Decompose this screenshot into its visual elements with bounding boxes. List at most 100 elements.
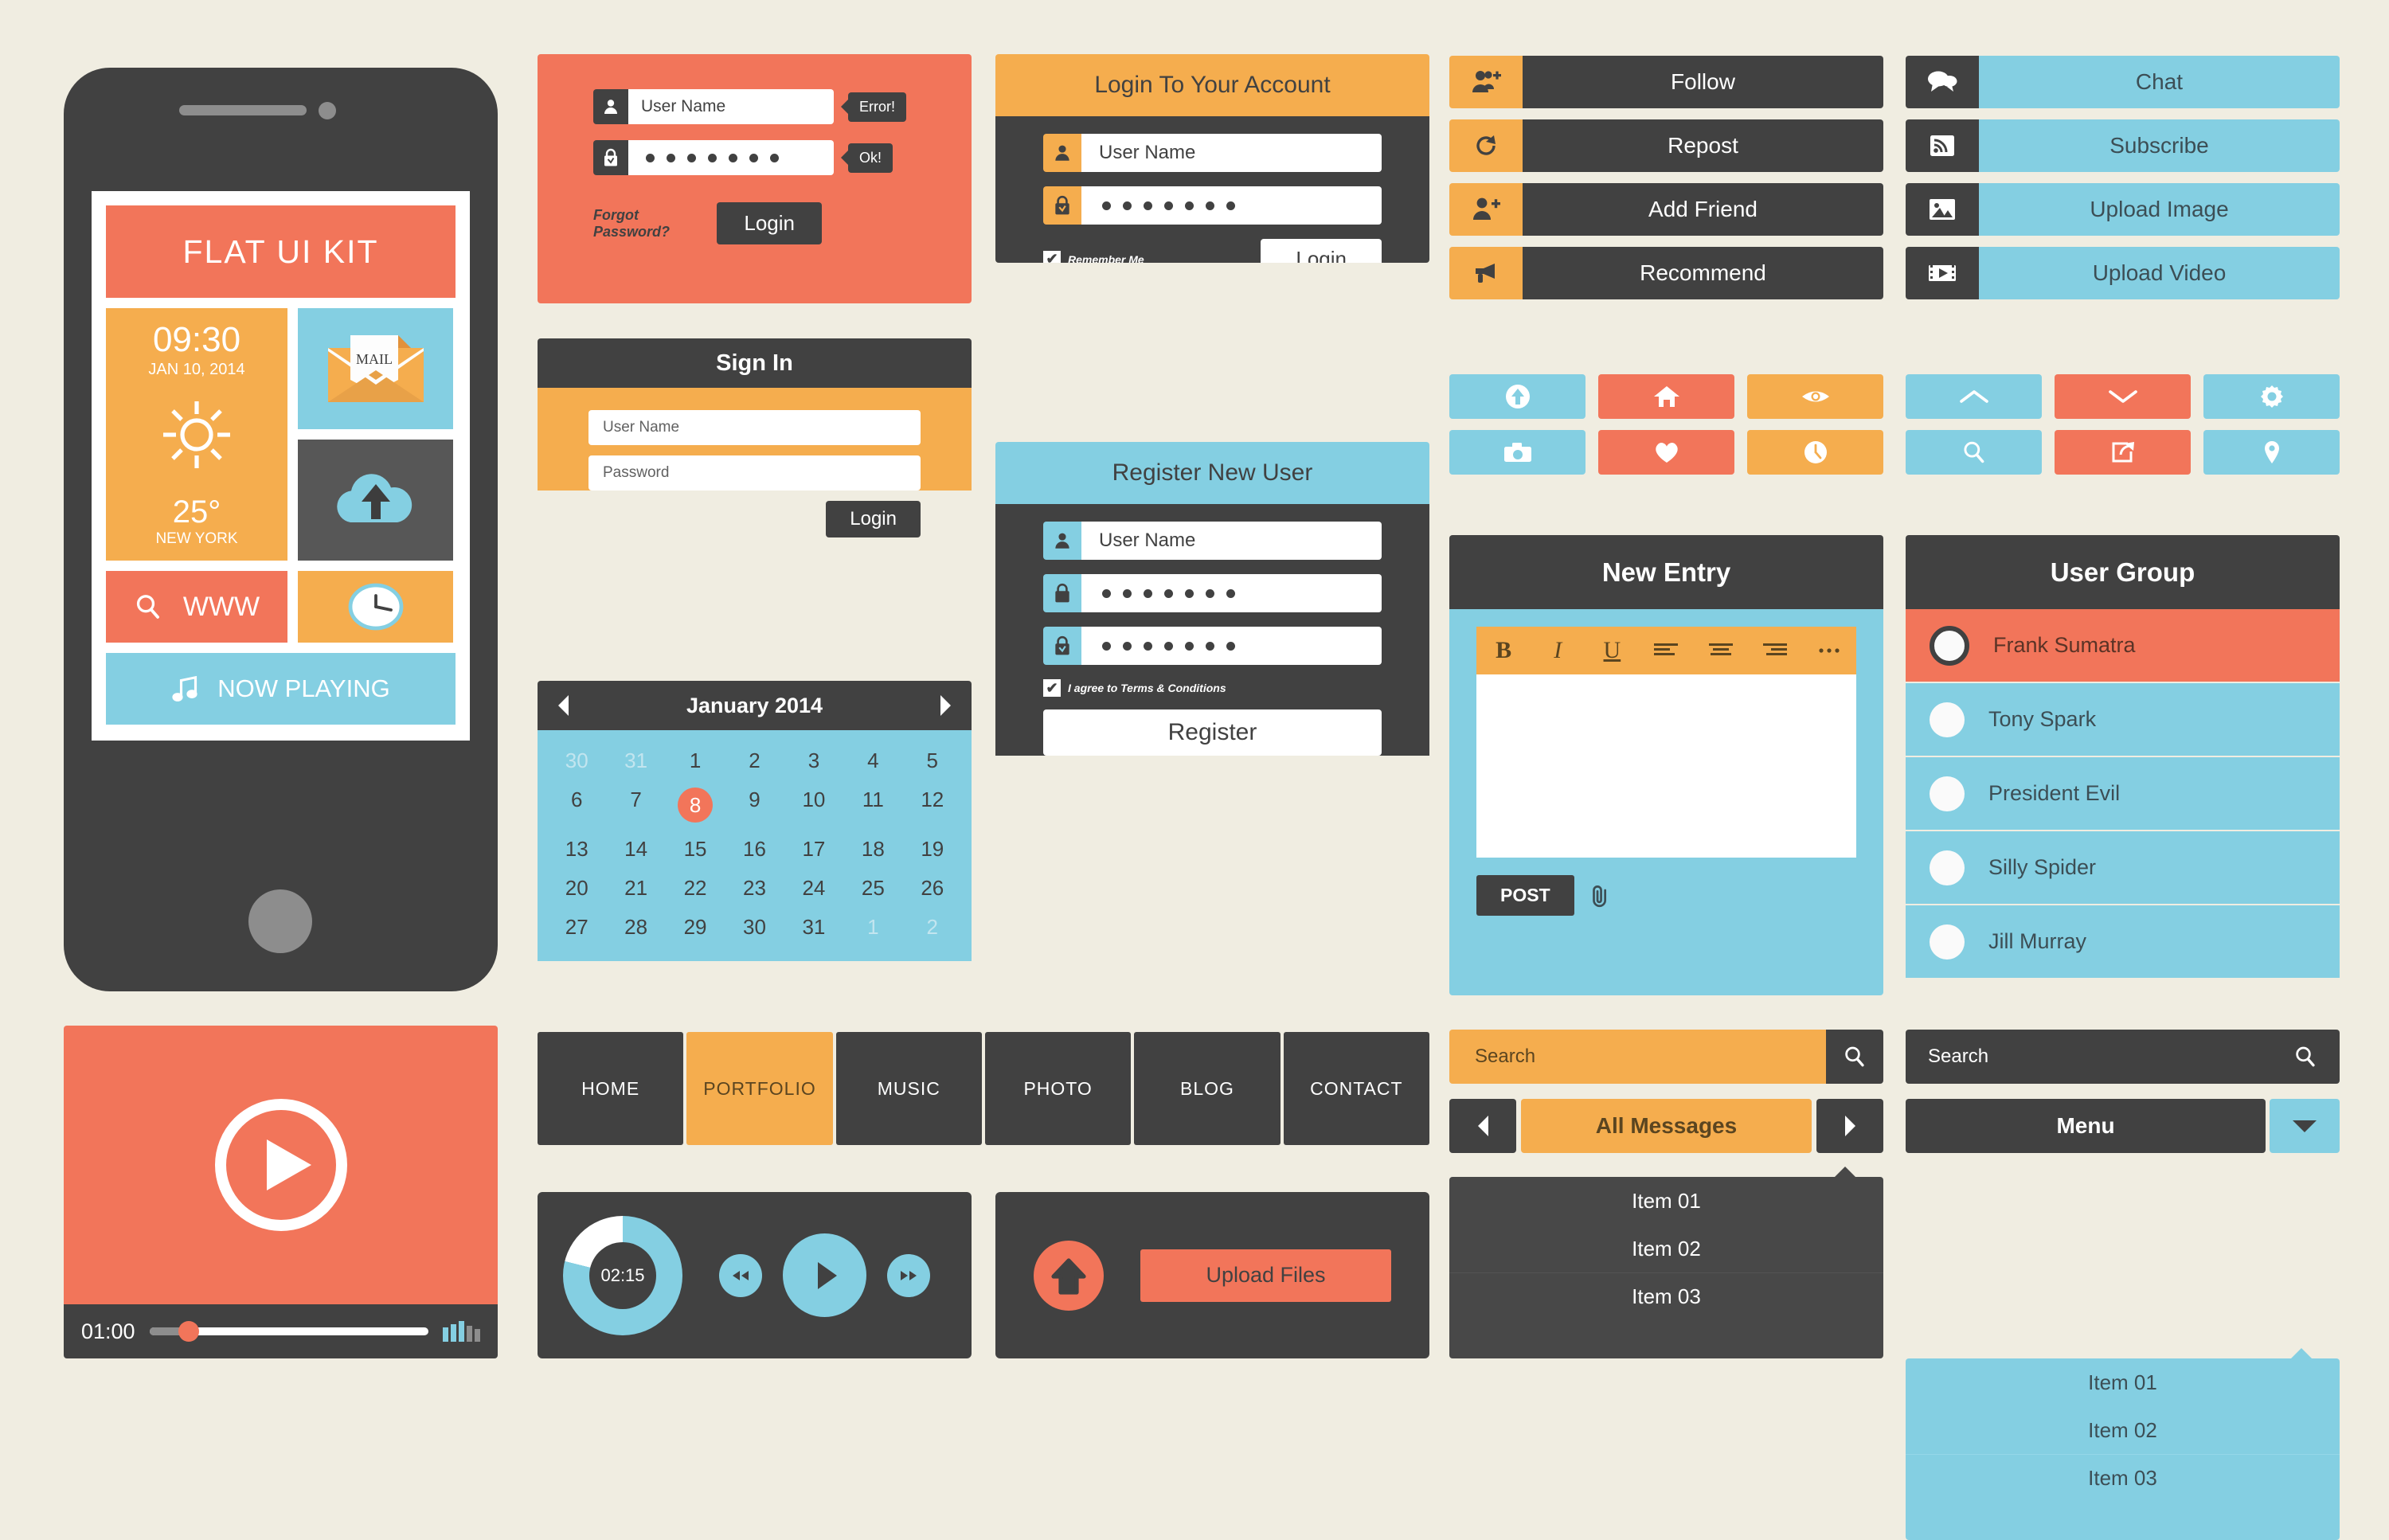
calendar-day-selected[interactable]: 8 [666,780,725,830]
nav-item-music[interactable]: MUSIC [835,1032,982,1145]
forgot-password-link[interactable]: Forgot Password? [593,207,694,240]
calendar-day[interactable]: 18 [843,830,902,869]
calendar-day[interactable]: 9 [725,780,784,830]
user-group-row[interactable]: Tony Spark [1906,683,2340,757]
align-right-icon[interactable] [1748,642,1802,659]
icon-button-chevron-down[interactable] [2055,374,2191,419]
volume-bars-icon[interactable] [443,1321,480,1342]
cloud-upload-tile[interactable] [298,440,453,561]
video-screen[interactable] [64,1026,498,1304]
pager-prev-button[interactable] [1449,1099,1516,1153]
format-u-button[interactable]: U [1585,637,1639,664]
password-input[interactable] [628,140,834,175]
user-group-row[interactable]: Frank Sumatra [1906,609,2340,683]
entry-textarea[interactable] [1476,674,1856,858]
nav-item-portfolio[interactable]: PORTFOLIO [686,1032,833,1145]
fast-forward-button[interactable] [887,1253,930,1297]
signin-password-input[interactable]: Password [588,455,921,491]
dropdown-item[interactable]: Item 02 [1906,1406,2340,1454]
dropdown-item[interactable]: Item 02 [1449,1225,1883,1272]
calendar-day[interactable]: 29 [666,908,725,947]
nav-item-photo[interactable]: PHOTO [984,1032,1132,1145]
calendar-day[interactable]: 24 [784,869,843,908]
user-group-row[interactable]: Jill Murray [1906,905,2340,979]
signin-username-input[interactable]: User Name [588,410,921,445]
weather-tile[interactable]: 09:30 JAN 10, 2014 25° NEW YORK [106,308,287,561]
play-button[interactable] [783,1233,866,1317]
menu-caret-button[interactable] [2270,1099,2340,1153]
social-button-upload-video[interactable]: Upload Video [1906,247,2340,299]
calendar-prev-month-button[interactable] [558,695,569,716]
upload-arrow-icon[interactable] [1034,1240,1104,1311]
align-center-icon[interactable] [1694,642,1748,659]
calendar-day[interactable]: 26 [903,869,962,908]
pager-next-button[interactable] [1816,1099,1883,1153]
login-username-input[interactable]: User Name [1081,134,1382,172]
calendar-day[interactable]: 22 [666,869,725,908]
calendar-day[interactable]: 31 [606,741,665,780]
calendar-day[interactable]: 12 [903,780,962,830]
calendar-day[interactable]: 1 [843,908,902,947]
calendar-day[interactable]: 6 [547,780,606,830]
icon-button-heart[interactable] [1598,430,1734,475]
dropdown-item[interactable]: Item 03 [1906,1454,2340,1502]
calendar-day[interactable]: 23 [725,869,784,908]
calendar-day[interactable]: 5 [903,741,962,780]
login-password-input[interactable] [1081,186,1382,225]
icon-button-chevron-up[interactable] [1906,374,2042,419]
search-button-yellow[interactable] [1826,1030,1883,1084]
remember-me-checkbox[interactable]: ✔ [1043,250,1061,263]
icon-button-home[interactable] [1598,374,1734,419]
icon-button-camera[interactable] [1449,430,1585,475]
calendar-day[interactable]: 3 [784,741,843,780]
align-left-icon[interactable] [1639,642,1693,659]
social-button-repost[interactable]: Repost [1449,119,1883,172]
social-button-follow[interactable]: Follow [1449,56,1883,108]
icon-button-location-pin[interactable] [2203,430,2340,475]
video-progress-track[interactable] [149,1321,428,1342]
nav-item-home[interactable]: HOME [538,1032,684,1145]
terms-checkbox[interactable]: ✔ [1043,679,1061,697]
calendar-day[interactable]: 19 [903,830,962,869]
mail-tile[interactable]: MAIL [298,308,453,429]
now-playing-tile[interactable]: NOW PLAYING [106,653,456,725]
calendar-day[interactable]: 16 [725,830,784,869]
calendar-day[interactable]: 31 [784,908,843,947]
icon-button-share[interactable] [2055,430,2191,475]
calendar-day[interactable]: 14 [606,830,665,869]
icon-button-gear[interactable] [2203,374,2340,419]
dropdown-item[interactable]: Item 01 [1906,1358,2340,1406]
register-username-input[interactable]: User Name [1081,522,1382,560]
calendar-day[interactable]: 2 [725,741,784,780]
social-button-add-friend[interactable]: Add Friend [1449,183,1883,236]
register-confirm-input[interactable] [1081,627,1382,665]
calendar-day[interactable]: 21 [606,869,665,908]
icon-button-search[interactable] [1906,430,2042,475]
calendar-next-month-button[interactable] [940,695,951,716]
video-progress-handle[interactable] [178,1321,199,1342]
calendar-day[interactable]: 20 [547,869,606,908]
format-i-button[interactable]: I [1531,637,1585,664]
social-button-recommend[interactable]: Recommend [1449,247,1883,299]
calendar-day[interactable]: 17 [784,830,843,869]
search-icon[interactable] [2293,1045,2317,1069]
calendar-day[interactable]: 30 [547,741,606,780]
calendar-day[interactable]: 11 [843,780,902,830]
format-b-button[interactable]: B [1476,637,1531,664]
more-icon[interactable] [1802,646,1856,655]
social-button-subscribe[interactable]: Subscribe [1906,119,2340,172]
icon-button-eye[interactable] [1747,374,1883,419]
www-tile[interactable]: WWW [106,571,287,643]
upload-files-button[interactable]: Upload Files [1140,1249,1391,1302]
icon-button-clock[interactable] [1747,430,1883,475]
user-group-row[interactable]: Silly Spider [1906,831,2340,905]
clock-tile[interactable] [298,571,453,643]
calendar-day[interactable]: 4 [843,741,902,780]
calendar-day[interactable]: 28 [606,908,665,947]
calendar-day[interactable]: 15 [666,830,725,869]
calendar-day[interactable]: 30 [725,908,784,947]
rewind-button[interactable] [719,1253,762,1297]
calendar-day[interactable]: 25 [843,869,902,908]
login-account-button[interactable]: Login [1261,239,1382,263]
paperclip-icon[interactable] [1589,882,1613,909]
